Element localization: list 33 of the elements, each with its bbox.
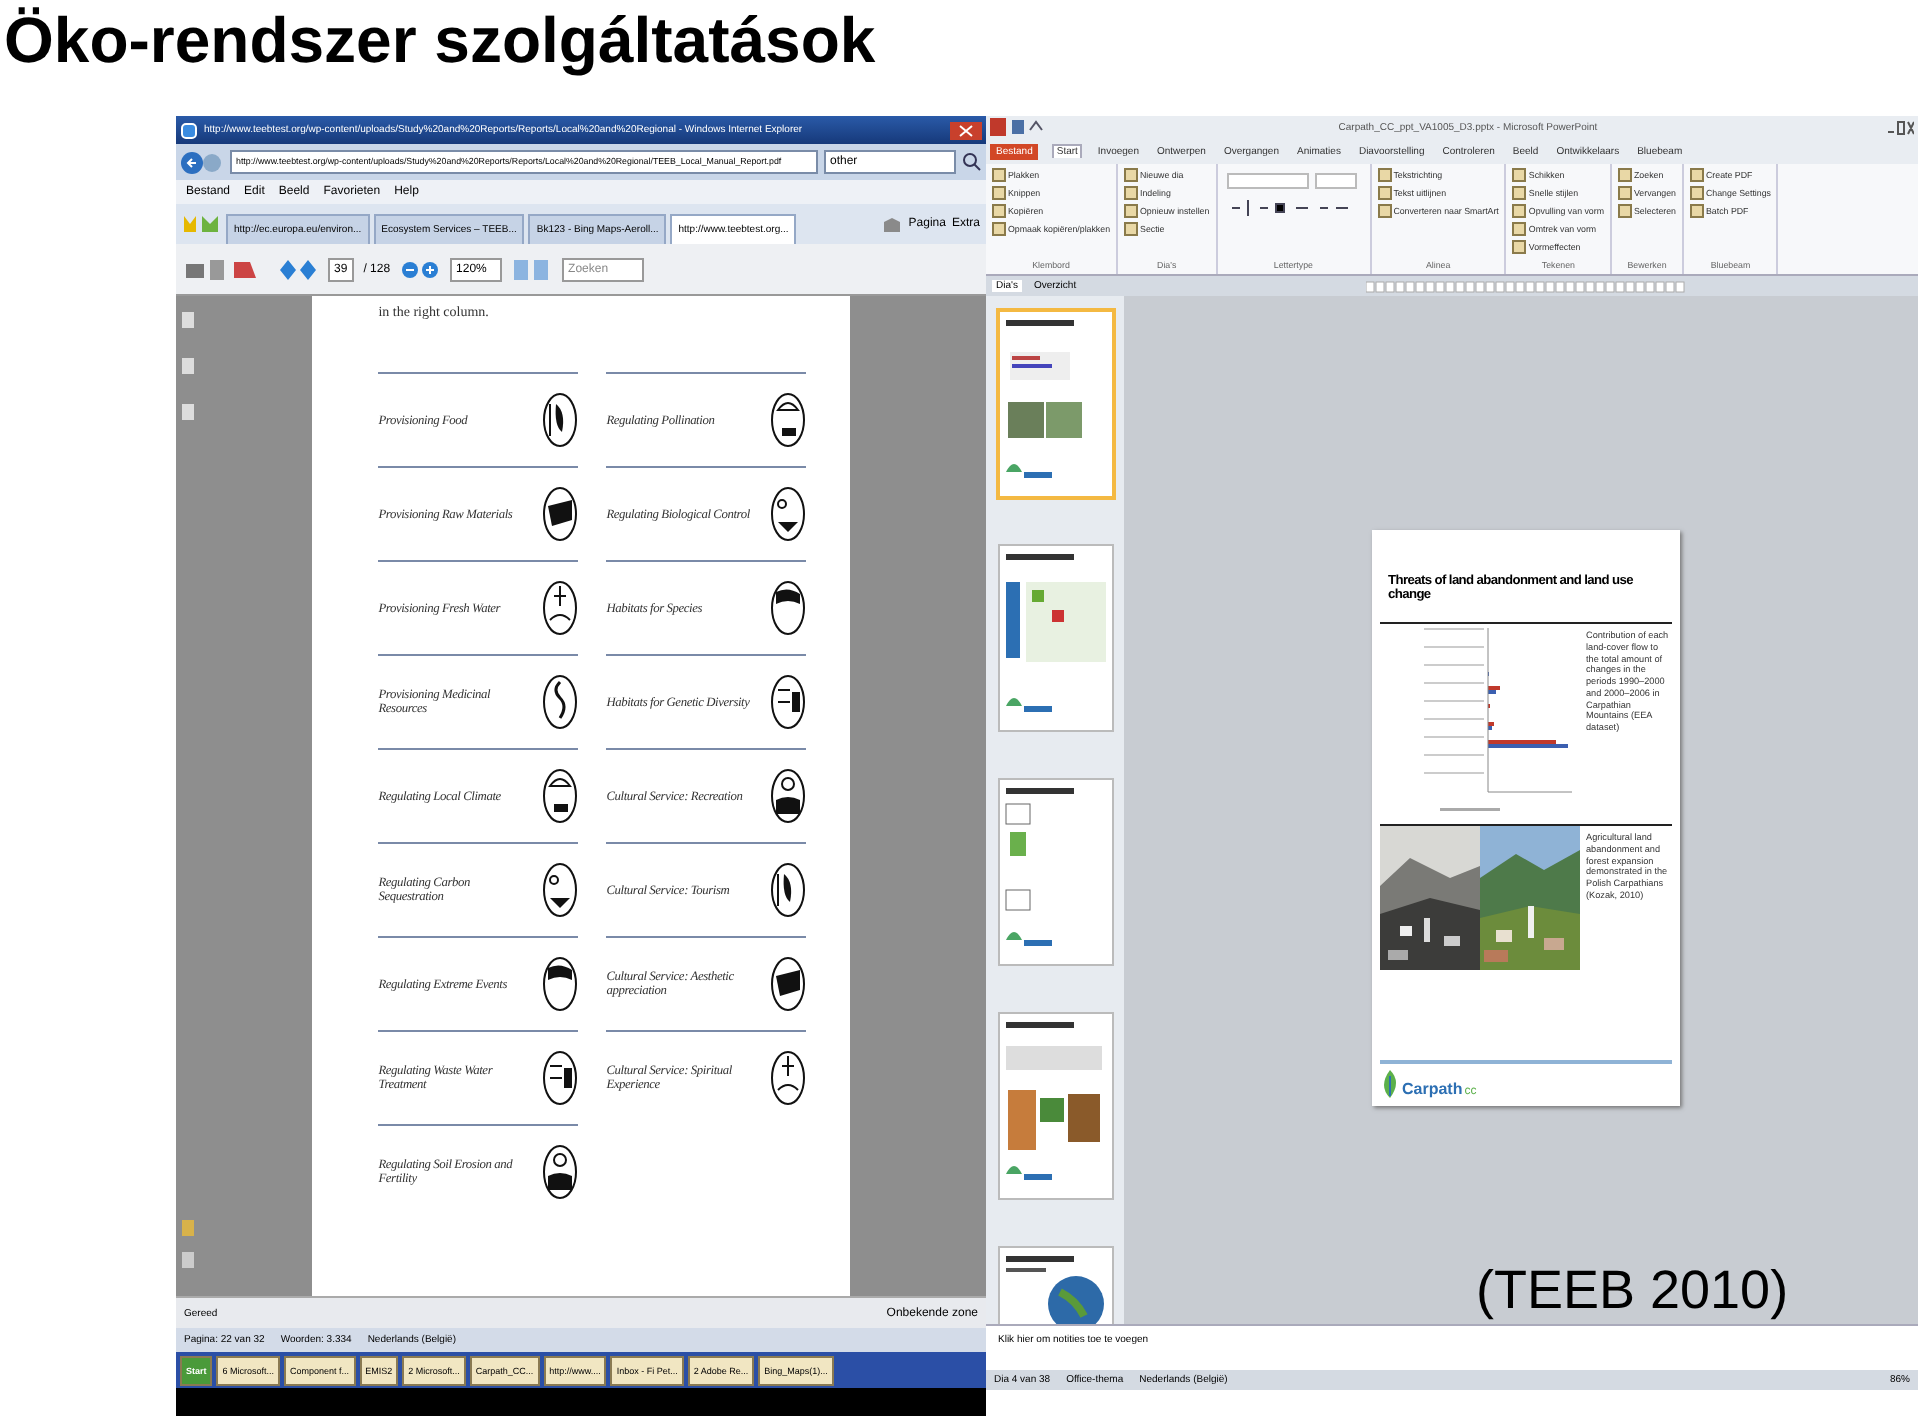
emblem-icon <box>542 392 579 448</box>
emblem-icon <box>542 486 579 542</box>
slide-thumbnail[interactable] <box>1000 780 1112 965</box>
logo-text: Carpath <box>1402 1080 1463 1099</box>
slide-caption: (TEEB 2010) <box>1476 1260 1789 1322</box>
slide-thumbnail[interactable] <box>1000 546 1112 731</box>
slide-thumbnail[interactable] <box>1000 312 1112 497</box>
emblem-icon <box>542 580 579 636</box>
emblem-icon <box>542 1050 579 1106</box>
page-arrows-icon[interactable] <box>278 257 318 281</box>
slide-title: Öko-rendszer szolgáltatások <box>2 2 878 80</box>
emblem-icon <box>770 392 807 448</box>
emblem-icon <box>542 1144 579 1200</box>
emblem-icon <box>770 956 807 1012</box>
leaf-icon <box>1380 1070 1400 1099</box>
close-icon[interactable] <box>950 121 982 139</box>
emblem-icon <box>542 862 579 918</box>
zoom-icon[interactable] <box>400 257 441 281</box>
emblem-icon <box>542 956 579 1012</box>
emblem-icon <box>542 674 579 730</box>
window-controls-icon[interactable] <box>1886 119 1914 136</box>
emblem-icon <box>770 768 807 824</box>
home-icon[interactable] <box>882 215 903 233</box>
search-icon[interactable] <box>962 152 982 172</box>
emblem-icon <box>770 674 807 730</box>
emblem-icon <box>770 1050 807 1106</box>
emblem-icon <box>770 862 807 918</box>
emblem-icon <box>770 486 807 542</box>
browser-icon <box>180 121 198 139</box>
back-forward-icon[interactable] <box>180 149 224 175</box>
emblem-icon <box>542 768 579 824</box>
slide-thumbnail[interactable] <box>1000 1014 1112 1199</box>
emblem-icon <box>770 580 807 636</box>
